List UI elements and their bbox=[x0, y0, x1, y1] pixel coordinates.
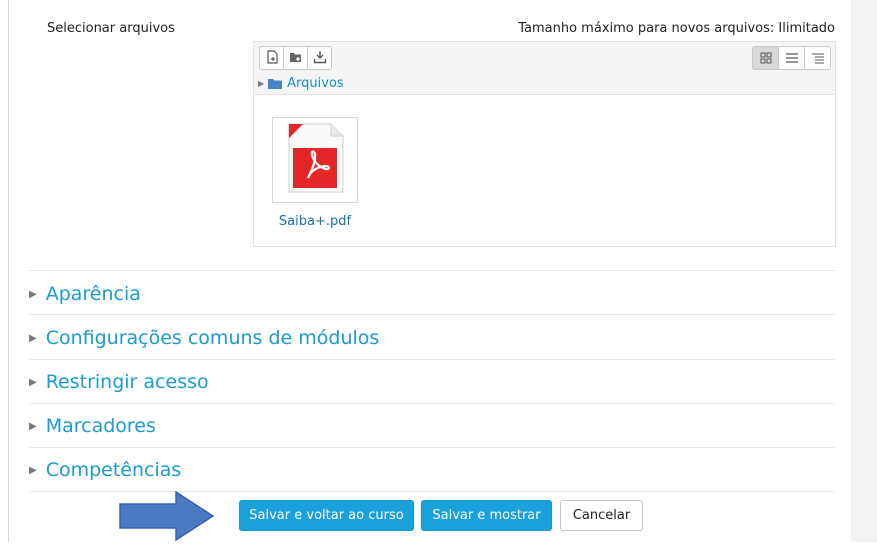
collapsed-caret-icon: ▶ bbox=[29, 464, 37, 476]
save-and-return-button[interactable]: Salvar e voltar ao curso bbox=[239, 500, 414, 531]
section-divider bbox=[29, 447, 835, 448]
add-file-button[interactable] bbox=[259, 46, 284, 70]
file-item[interactable]: Saiba+.pdf bbox=[272, 117, 358, 229]
list-view-icon bbox=[785, 49, 798, 68]
section-appearance[interactable]: ▶ Aparência bbox=[29, 283, 141, 305]
file-thumbnail[interactable] bbox=[272, 117, 358, 203]
collapsed-caret-icon: ▶ bbox=[29, 288, 37, 300]
section-label: Marcadores bbox=[45, 415, 156, 437]
section-divider bbox=[29, 359, 835, 360]
section-common-module-settings[interactable]: ▶ Configurações comuns de módulos bbox=[29, 327, 379, 349]
section-restrict-access[interactable]: ▶ Restringir acesso bbox=[29, 371, 209, 393]
collapsed-caret-icon: ▶ bbox=[29, 420, 37, 432]
grid-view-icon bbox=[760, 49, 772, 68]
section-label: Aparência bbox=[45, 283, 141, 305]
grid-view-button[interactable] bbox=[752, 46, 779, 70]
breadcrumb-arrow-icon: ▶ bbox=[258, 79, 265, 88]
download-all-button[interactable] bbox=[307, 46, 332, 70]
breadcrumb-root-link[interactable]: Arquivos bbox=[287, 76, 344, 91]
file-field-label: Selecionar arquivos bbox=[47, 21, 175, 36]
file-picker: ▶ Arquivos Saiba+.pdf bbox=[253, 41, 836, 247]
section-divider bbox=[29, 403, 835, 404]
section-divider bbox=[29, 314, 835, 315]
section-tags[interactable]: ▶ Marcadores bbox=[29, 415, 156, 437]
section-label: Restringir acesso bbox=[45, 371, 209, 393]
tree-view-icon bbox=[811, 49, 824, 68]
create-folder-button[interactable] bbox=[283, 46, 308, 70]
add-file-icon bbox=[265, 49, 279, 68]
page-left-border bbox=[8, 0, 9, 542]
cancel-button[interactable]: Cancelar bbox=[560, 500, 643, 531]
collapsed-caret-icon: ▶ bbox=[29, 376, 37, 388]
list-view-button[interactable] bbox=[778, 46, 805, 70]
tree-view-button[interactable] bbox=[804, 46, 831, 70]
view-mode-group bbox=[752, 46, 831, 70]
annotation-arrow-icon bbox=[119, 490, 215, 546]
file-name[interactable]: Saiba+.pdf bbox=[272, 214, 358, 229]
max-file-size-text: Tamanho máximo para novos arquivos: Ilim… bbox=[518, 21, 835, 36]
section-label: Competências bbox=[45, 459, 182, 481]
section-competencies[interactable]: ▶ Competências bbox=[29, 459, 181, 481]
pdf-icon bbox=[283, 122, 347, 198]
file-picker-toolbar: ▶ Arquivos bbox=[254, 42, 835, 95]
section-divider bbox=[29, 270, 835, 271]
create-folder-icon bbox=[289, 49, 303, 68]
download-icon bbox=[313, 49, 327, 68]
file-actions-group bbox=[259, 46, 332, 70]
folder-breadcrumb: ▶ Arquivos bbox=[258, 76, 344, 91]
section-label: Configurações comuns de módulos bbox=[45, 327, 380, 349]
save-and-display-button[interactable]: Salvar e mostrar bbox=[421, 500, 552, 531]
folder-icon bbox=[268, 78, 283, 89]
collapsed-caret-icon: ▶ bbox=[29, 332, 37, 344]
page-right-gutter bbox=[851, 0, 877, 542]
